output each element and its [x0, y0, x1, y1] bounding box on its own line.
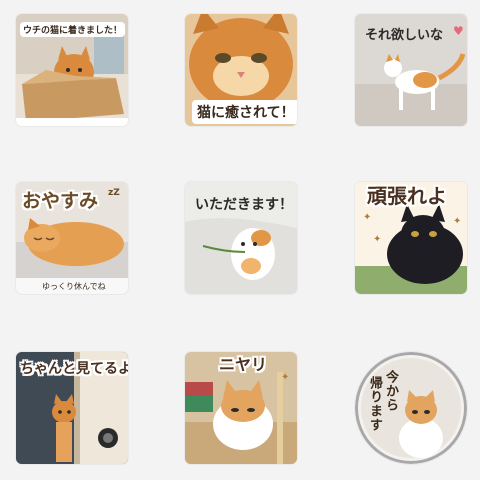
sparkle-icon: ✦ — [281, 372, 290, 383]
sticker-sleep-cat[interactable]: おやすみ zZ ゆっくり休んでね — [16, 182, 128, 294]
sticker-caption: それ欲しいな — [365, 28, 444, 43]
sticker-want-cat[interactable]: それ欲しいな ♥ — [355, 14, 467, 126]
sticker-caption: いただきます！ — [195, 197, 293, 213]
sticker-caption: ウチの猫に着きました！ — [20, 22, 126, 37]
sticker-grid: ウチの猫に着きました！ 猫に癒されて！ それ欲しいな ♥ おやすみ zZ ゆっく… — [0, 0, 480, 480]
sticker-itadakimasu-cat[interactable]: いただきます！ — [185, 182, 297, 294]
sticker-caption: ニヤリ — [219, 355, 268, 374]
sticker-caption: おやすみ — [22, 190, 99, 212]
sticker-caption: 頑張れよ — [367, 184, 447, 208]
sticker-healed-cat[interactable]: 猫に癒されて！ — [185, 14, 297, 126]
heart-icon: ♥ — [453, 24, 464, 38]
sticker-ganbare-cat[interactable]: 頑張れよ ✦ ✦ ✦ — [355, 182, 467, 294]
sticker-caption-line2: 帰ります — [367, 376, 382, 432]
sparkle-icon: ✦ — [453, 216, 462, 227]
sticker-sub-caption: ゆっくり休んでね — [42, 282, 106, 291]
sticker-watching-cat[interactable]: ちゃんと見てるよ！ — [16, 352, 128, 464]
sticker-caption: 猫に癒されて！ — [192, 100, 297, 124]
sticker-caption: ちゃんと見てるよ！ — [20, 361, 128, 377]
sticker-smirk-cat[interactable]: ニヤリ ✦ — [185, 352, 297, 464]
sticker-box-cat[interactable]: ウチの猫に着きました！ — [16, 14, 128, 126]
sleep-zz-icon: zZ — [108, 188, 120, 198]
sticker-going-home-cat[interactable]: 今から 帰ります — [355, 352, 467, 464]
sparkle-icon: ✦ — [363, 212, 372, 223]
sparkle-icon: ✦ — [373, 234, 382, 245]
